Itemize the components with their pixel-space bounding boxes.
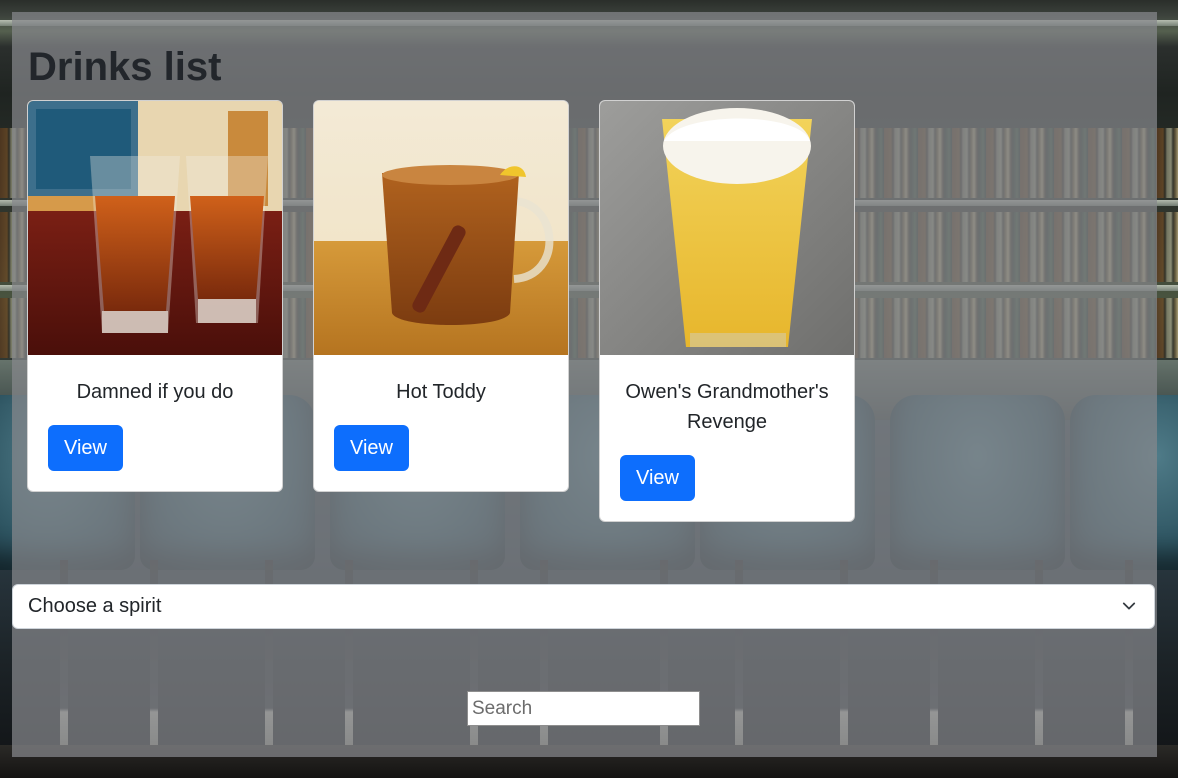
drink-card: Owen's Grandmother's Revenge View: [599, 100, 855, 522]
hot-toddy-mug-image: [314, 101, 568, 355]
drink-name: Hot Toddy: [396, 381, 486, 403]
view-button[interactable]: View: [334, 425, 409, 471]
page-container: Drinks list Damned if you do View Hot To…: [12, 12, 1157, 757]
view-button[interactable]: View: [48, 425, 123, 471]
shot-glasses-image: [28, 101, 282, 355]
page-title: Drinks list: [28, 45, 222, 89]
spirit-select[interactable]: Choose a spirit: [12, 584, 1155, 629]
pint-glass-image: [600, 101, 854, 355]
drink-name: Owen's Grandmother's Revenge: [625, 381, 829, 433]
drink-card: Damned if you do View: [27, 100, 283, 492]
chevron-down-icon: [1122, 602, 1136, 610]
drink-name: Damned if you do: [76, 381, 234, 403]
drink-card: Hot Toddy View: [313, 100, 569, 492]
spirit-select-value: Choose a spirit: [28, 595, 162, 617]
view-button[interactable]: View: [620, 455, 695, 501]
search-input[interactable]: [467, 691, 700, 726]
